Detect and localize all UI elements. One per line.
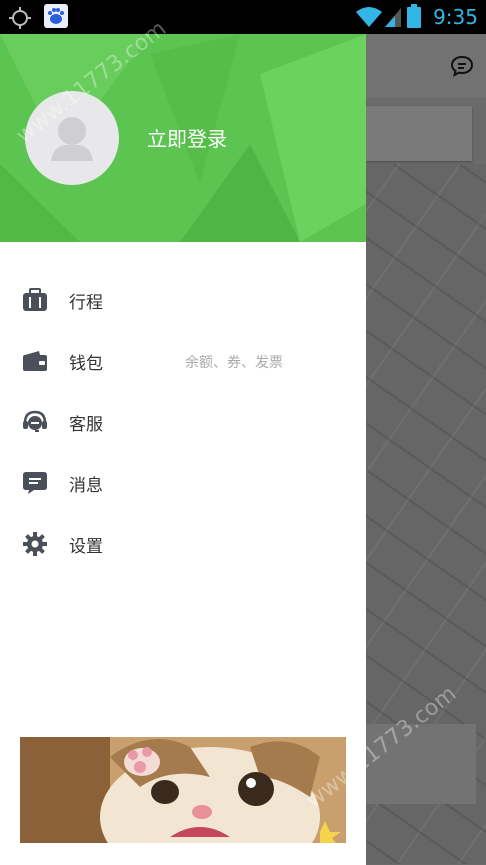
background-topbar (366, 34, 486, 98)
avatar[interactable] (25, 91, 119, 185)
menu-item-trips[interactable]: 行程 (0, 270, 366, 331)
promo-banner[interactable] (20, 737, 346, 843)
navigation-drawer: 立即登录 行程 钱包 余额、券、发票 客服 消息 设置 (0, 34, 366, 865)
drawer-header: 立即登录 (0, 34, 366, 242)
background-card (366, 106, 472, 161)
menu-label-service: 客服 (69, 415, 103, 435)
status-bar: 9:35 (0, 0, 486, 34)
signal-icon (385, 8, 401, 27)
menu-item-service[interactable]: 客服 (0, 392, 366, 453)
login-button[interactable]: 立即登录 (147, 123, 227, 152)
headset-icon (23, 410, 47, 432)
menu-label-settings: 设置 (69, 537, 103, 557)
chat-icon[interactable] (450, 54, 474, 78)
cat-banner-image (20, 737, 346, 843)
status-time: 9:35 (433, 5, 478, 29)
user-silhouette-icon (51, 117, 93, 161)
menu-label-wallet: 钱包 (69, 354, 103, 374)
menu-label-trips: 行程 (69, 293, 103, 313)
suitcase-icon (23, 288, 47, 311)
menu-item-messages[interactable]: 消息 (0, 453, 366, 514)
menu-item-settings[interactable]: 设置 (0, 514, 366, 575)
wifi-icon (356, 7, 382, 27)
battery-icon (407, 4, 421, 28)
menu-label-messages: 消息 (69, 476, 103, 496)
gear-icon (23, 532, 47, 556)
baidu-icon (44, 4, 68, 28)
gps-icon (9, 7, 31, 29)
wallet-icon (23, 351, 47, 371)
background-app (366, 34, 486, 865)
background-bottom-card (366, 724, 476, 804)
message-icon (23, 472, 47, 494)
wallet-subtitle: 余额、券、发票 (185, 355, 283, 371)
menu-item-wallet[interactable]: 钱包 余额、券、发票 (0, 331, 366, 392)
